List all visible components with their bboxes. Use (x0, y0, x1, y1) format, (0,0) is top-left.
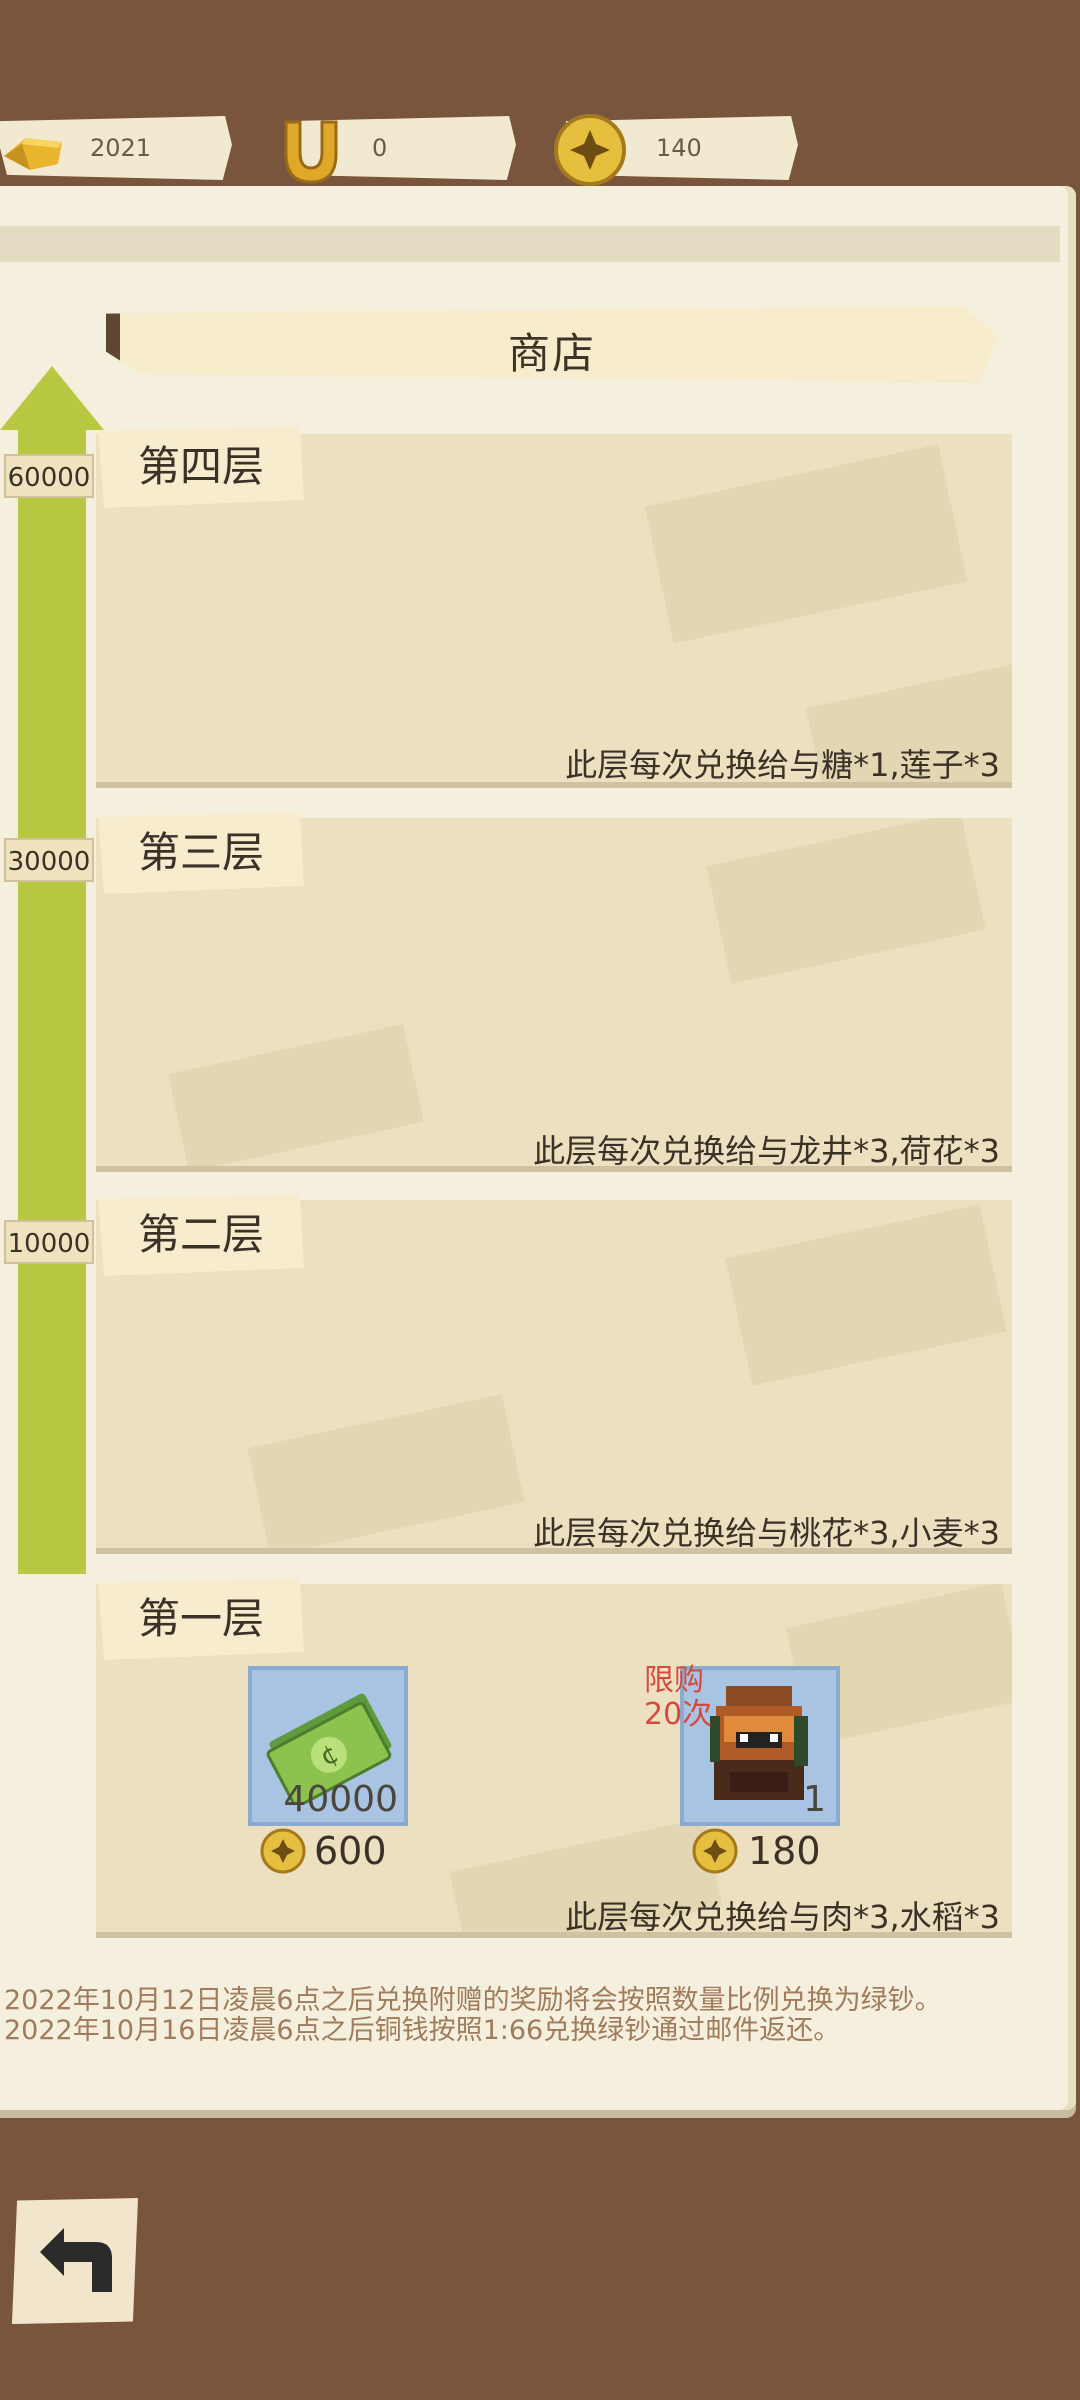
shop-item-cash[interactable]: ¢ 40000 (248, 1666, 408, 1826)
item-price-backpack: 180 (748, 1829, 821, 1873)
tier-threshold-4: 60000 (4, 454, 94, 498)
card-shade (706, 818, 986, 984)
tier-label-3: 第三层 (98, 812, 304, 894)
back-arrow-icon (40, 2228, 112, 2292)
copper-coin-icon (554, 114, 626, 186)
card-shade (247, 1394, 525, 1548)
gold-bar-icon (4, 138, 62, 170)
item-price-cash: 600 (314, 1829, 387, 1873)
coin-value: 140 (656, 134, 702, 162)
tier-label-2: 第二层 (98, 1194, 304, 1276)
page-title: 商店 (507, 329, 596, 378)
tier-desc-3: 此层每次兑换给与龙井*3,荷花*3 (533, 1132, 1000, 1170)
panel-header-strip (0, 226, 1060, 262)
notice-line-2: 2022年10月16日凌晨6点之后铜钱按照1:66兑换绿钞通过邮件返还。 (4, 2015, 841, 2046)
tier-label-4: 第四层 (98, 426, 304, 508)
progress-arrow-head (0, 366, 104, 430)
horseshoe-icon (284, 120, 338, 184)
tier-desc-4: 此层每次兑换给与糖*1,莲子*3 (565, 746, 1000, 784)
shop-title-bar: 商店 (106, 306, 998, 382)
copper-coin-icon (260, 1828, 306, 1874)
card-shade (168, 1024, 424, 1166)
purchase-limit-line2: 20次 (644, 1697, 713, 1732)
tier-threshold-3: 30000 (4, 838, 94, 882)
card-shade (725, 1204, 1007, 1386)
copper-coin-icon (692, 1828, 738, 1874)
progress-arrow-bar (18, 424, 86, 1574)
item-count-backpack: 1 (803, 1779, 826, 1820)
tier-threshold-2: 10000 (4, 1220, 94, 1264)
tier-desc-2: 此层每次兑换给与桃花*3,小麦*3 (533, 1514, 1000, 1552)
purchase-limit-badge: 限购 20次 (644, 1664, 712, 1732)
item-count-cash: 40000 (283, 1779, 398, 1820)
back-button[interactable] (12, 2198, 138, 2324)
card-shade (644, 444, 968, 644)
tier-label-1: 第一层 (98, 1578, 304, 1660)
gold-value: 2021 (90, 134, 152, 162)
tier-desc-1: 此层每次兑换给与肉*3,水稻*3 (565, 1898, 1000, 1936)
horseshoe-value: 0 (372, 134, 388, 162)
purchase-limit-line1: 限购 (644, 1663, 704, 1698)
